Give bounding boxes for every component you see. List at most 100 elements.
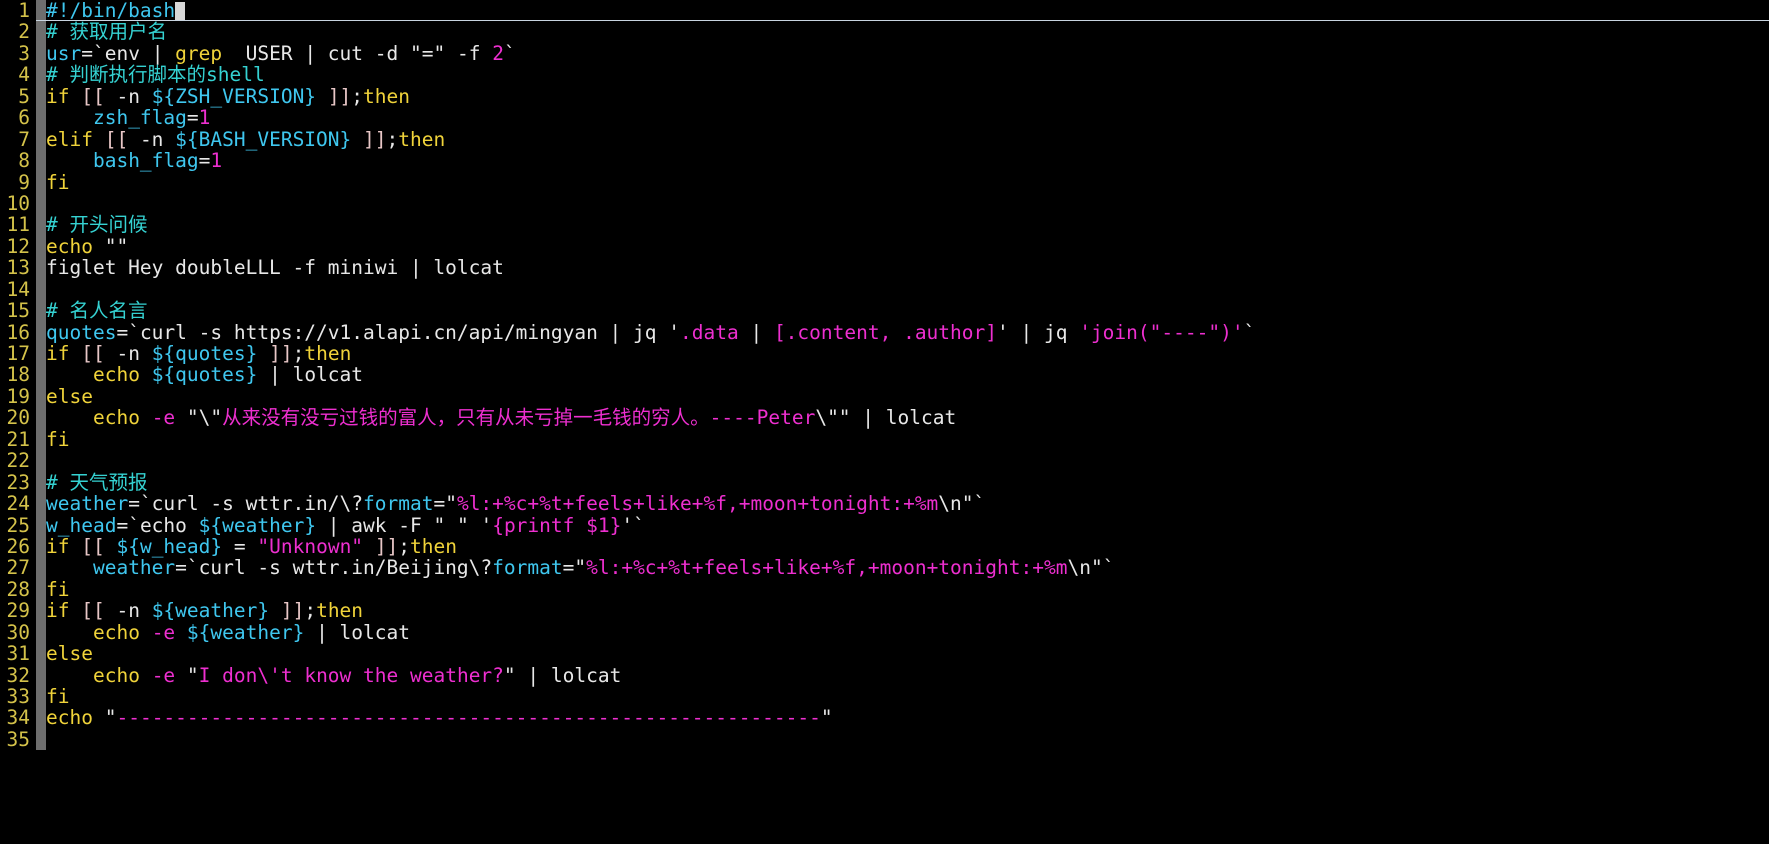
code-line[interactable]: 32 echo -e "I don\'t know the weather?" …: [0, 664, 1769, 687]
code-token: \": [198, 406, 223, 430]
line-content[interactable]: if [[ -n ${weather} ]];then: [46, 600, 363, 621]
code-token: weather: [92, 556, 176, 580]
code-line[interactable]: 19 else: [0, 385, 1769, 407]
code-line[interactable]: 17 if [[ -n ${quotes} ]];then: [0, 343, 1769, 365]
line-content[interactable]: else: [46, 643, 93, 664]
line-content[interactable]: if [[ ${w_head} = "Unknown" ]];then: [46, 536, 457, 557]
code-line[interactable]: 23 # 天气预报: [0, 471, 1769, 493]
code-token: \"": [815, 406, 851, 430]
fold-indent-guide: [36, 428, 46, 451]
code-editor[interactable]: 1 #!/bin/bash 2 # 获取用户名 3 usr=`env | grep USE…: [0, 0, 1769, 844]
code-line[interactable]: 22: [0, 450, 1769, 472]
line-content[interactable]: fi: [46, 429, 69, 450]
code-line[interactable]: 24 weather=`curl -s wttr.in/\?format="%l:…: [0, 493, 1769, 515]
code-line[interactable]: 16 quotes=`curl -s https://v1.alapi.cn/ap…: [0, 320, 1769, 344]
line-content[interactable]: quotes=`curl -s https://v1.alapi.cn/api/…: [46, 320, 1255, 344]
code-token: ]]: [374, 534, 399, 558]
line-content[interactable]: fi: [46, 171, 69, 193]
code-token: ': [668, 320, 680, 344]
code-line[interactable]: 28 fi: [0, 578, 1769, 600]
code-token: grep: [175, 41, 223, 65]
code-token: ]]: [280, 599, 305, 623]
fold-indent-guide: [36, 600, 46, 622]
code-line[interactable]: 3 usr=`env | grep USER | cut -d "=" -f 2`: [0, 41, 1769, 65]
code-token: =: [116, 320, 129, 344]
code-line[interactable]: 7 elif [[ -n ${BASH_VERSION} ]];then: [0, 128, 1769, 150]
code-token: ${ZSH_VERSION}: [151, 84, 317, 108]
line-content[interactable]: figlet Hey doubleLLL -f miniwi | lolcat: [46, 257, 504, 278]
code-line[interactable]: 6 zsh_flag=1: [0, 107, 1769, 129]
line-content[interactable]: usr=`env | grep USER | cut -d "=" -f 2`: [46, 43, 516, 64]
line-content[interactable]: # 天气预报: [46, 471, 147, 493]
code-line[interactable]: 35: [0, 728, 1769, 750]
line-content[interactable]: zsh_flag=1: [46, 107, 210, 128]
code-line[interactable]: 12 echo "": [0, 235, 1769, 257]
line-content[interactable]: echo "": [46, 236, 128, 257]
code-line[interactable]: 14: [0, 278, 1769, 300]
line-number: 3: [18, 41, 30, 65]
line-content[interactable]: echo -e "I don\'t know the weather?" | l…: [46, 664, 621, 687]
line-content[interactable]: echo -e ${weather} | lolcat: [46, 621, 410, 644]
code-token: [[: [81, 599, 105, 623]
line-content[interactable]: w_head=`echo ${weather} | awk -F " " '{p…: [46, 513, 645, 537]
code-line[interactable]: 20 echo -e "\"从来没有没亏过钱的富人，只有从未亏掉一毛钱的穷人。-…: [0, 407, 1769, 429]
code-line[interactable]: 34 echo "--------------------------------…: [0, 707, 1769, 729]
fold-indent-guide: [36, 664, 46, 686]
code-line[interactable]: 10: [0, 191, 1769, 215]
code-line[interactable]: 2 # 获取用户名: [0, 21, 1769, 43]
line-content[interactable]: echo ${quotes} | lolcat: [46, 364, 363, 385]
code-line[interactable]: 25 w_head=`echo ${weather} | awk -F " " '…: [0, 513, 1769, 537]
line-content[interactable]: echo "----------------------------------…: [46, 707, 833, 728]
code-token: ": [574, 556, 587, 580]
code-token: =: [198, 149, 211, 173]
code-token: ": [186, 406, 199, 430]
code-line[interactable]: 27 weather=`curl -s wttr.in/Beijing\?for…: [0, 557, 1769, 579]
code-line[interactable]: 8 bash_flag=1: [0, 150, 1769, 172]
code-line[interactable]: 18 echo ${quotes} | lolcat: [0, 364, 1769, 386]
code-line[interactable]: 31 else: [0, 643, 1769, 665]
code-token: | lolcat: [257, 363, 364, 387]
code-line[interactable]: 11 # 开头问候: [0, 214, 1769, 236]
code-line[interactable]: 30 echo -e ${weather} | lolcat: [0, 621, 1769, 644]
code-line[interactable]: 26 if [[ ${w_head} = "Unknown" ]];then: [0, 535, 1769, 557]
line-content[interactable]: elif [[ -n ${BASH_VERSION} ]];then: [46, 128, 445, 150]
code-token: -n: [104, 342, 152, 365]
line-content[interactable]: echo -e "\"从来没有没亏过钱的富人，只有从未亏掉一毛钱的穷人。----…: [46, 407, 956, 428]
line-content[interactable]: # 获取用户名: [46, 21, 167, 42]
code-token: [[: [81, 342, 105, 365]
line-content[interactable]: weather=`curl -s wttr.in/\?format="%l:+%…: [46, 493, 985, 514]
fold-indent-guide: [36, 42, 46, 65]
code-token: `curl -s wttr.in/Beijing\?: [186, 556, 493, 580]
line-content[interactable]: else: [46, 386, 93, 407]
code-line[interactable]: 4 # 判断执行脚本的shell: [0, 64, 1769, 86]
fold-indent-guide: [36, 85, 46, 108]
code-token: ": [1090, 556, 1103, 580]
line-content[interactable]: fi: [46, 686, 69, 707]
code-line[interactable]: 9 fi: [0, 171, 1769, 193]
code-line[interactable]: 15 # 名人名言: [0, 300, 1769, 322]
line-content[interactable]: #!/bin/bash: [46, 0, 186, 21]
code-line[interactable]: 13 figlet Hey doubleLLL -f miniwi | lolca…: [0, 257, 1769, 279]
code-token: " ": [433, 513, 469, 537]
code-line[interactable]: 29 if [[ -n ${weather} ]];then: [0, 600, 1769, 622]
line-content[interactable]: # 名人名言: [46, 300, 147, 321]
code-lines-container[interactable]: 1 #!/bin/bash 2 # 获取用户名 3 usr=`env | grep USE…: [0, 0, 1769, 844]
code-token: -n: [104, 599, 152, 623]
line-content[interactable]: # 判断执行脚本的shell: [46, 64, 265, 85]
line-content[interactable]: if [[ -n ${ZSH_VERSION} ]];then: [46, 86, 410, 107]
line-number: 10: [6, 191, 30, 215]
code-line[interactable]: 1 #!/bin/bash: [0, 0, 1769, 21]
line-content[interactable]: if [[ -n ${quotes} ]];then: [46, 343, 351, 364]
code-token: `: [503, 41, 516, 65]
line-content[interactable]: # 开头问候: [46, 214, 147, 235]
line-content[interactable]: fi: [46, 579, 69, 600]
line-content[interactable]: weather=`curl -s wttr.in/Beijing\?format…: [46, 557, 1114, 578]
code-line[interactable]: 21 fi: [0, 428, 1769, 451]
code-token: usr: [46, 41, 82, 65]
code-line[interactable]: 33 fi: [0, 686, 1769, 708]
code-line[interactable]: 5 if [[ -n ${ZSH_VERSION} ]];then: [0, 85, 1769, 108]
line-content[interactable]: bash_flag=1: [46, 150, 222, 171]
